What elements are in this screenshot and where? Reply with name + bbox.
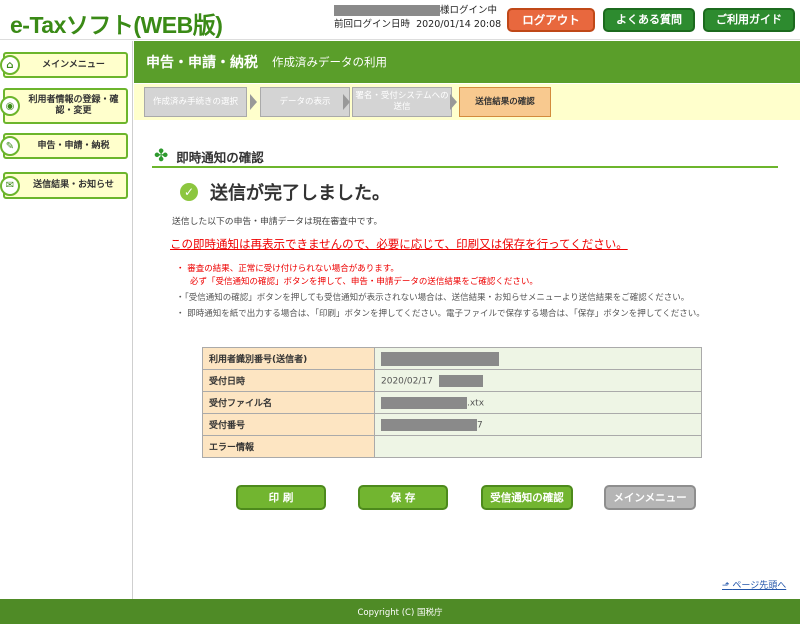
footer: Copyright (C) 国税庁 — [0, 599, 800, 624]
page-title: 申告・申請・納税 — [146, 55, 258, 71]
table-key: 受付ファイル名 — [202, 391, 375, 414]
sidebar-item-label: 利用者情報の登録・確認・変更 — [28, 95, 119, 116]
step-confirm-result: 送信結果の確認 — [459, 87, 551, 117]
note-receipt-menu: ・「受信通知の確認」ボタンを押しても受信通知が表示されない場合は、送信結果・お知… — [176, 293, 690, 303]
sidebar-item-filing[interactable]: ✎ 申告・申請・納税 — [0, 133, 128, 159]
page-top-link[interactable]: ⬏ ページ先頭へ — [722, 578, 786, 591]
main-menu-button[interactable]: メインメニュー — [604, 485, 696, 510]
step-arrow-icon — [450, 94, 457, 110]
table-key: 利用者識別番号(送信者) — [202, 347, 375, 370]
sidebar-item-user-info[interactable]: ◉ 利用者情報の登録・確認・変更 — [0, 88, 128, 124]
receipt-check-button[interactable]: 受信通知の確認 — [481, 485, 573, 510]
check-icon: ✓ — [180, 183, 198, 201]
logout-button[interactable]: ログアウト — [507, 8, 595, 32]
note-print-save: ・ 即時通知を紙で出力する場合は、「印刷」ボタンを押してください。電子ファイルで… — [176, 309, 705, 319]
page-title-bar: 申告・申請・納税 作成済みデータの利用 — [134, 41, 800, 83]
table-row: 利用者識別番号(送信者) — [202, 347, 702, 370]
guide-button[interactable]: ご利用ガイド — [703, 8, 795, 32]
clover-icon: ✤ — [154, 146, 169, 166]
mail-icon: ✉ — [0, 175, 20, 196]
sidebar: ⌂ メインメニュー ◉ 利用者情報の登録・確認・変更 ✎ 申告・申請・納税 ✉ … — [0, 41, 133, 599]
section-title: ✤ 即時通知の確認 — [152, 146, 778, 168]
note-check-receipt: 必ず「受信通知の確認」ボタンを押して、申告・申請データの送信結果をご確認ください… — [190, 277, 538, 287]
step-arrow-icon — [250, 94, 257, 110]
status-text: 送信した以下の申告・申請データは現在審査中です。 — [172, 217, 383, 227]
masked-value — [381, 351, 499, 366]
table-row: 受付日時 2020/02/17 — [202, 369, 702, 392]
table-value — [374, 435, 702, 458]
document-icon: ✎ — [0, 136, 20, 156]
receipt-info-table: 利用者識別番号(送信者) 受付日時 2020/02/17 受付ファイル名 .xt… — [202, 347, 702, 458]
masked-value — [381, 396, 467, 409]
warning-text: この即時通知は再表示できませんので、必要に応じて、印刷又は保存を行ってください。 — [170, 237, 628, 251]
save-button[interactable]: 保 存 — [358, 485, 448, 510]
step-arrow-icon — [343, 94, 350, 110]
completion-message: ✓ 送信が完了しました。 — [180, 179, 390, 205]
login-info: 様ログイン中 前回ログイン日時 2020/01/14 20:08 — [334, 4, 501, 32]
masked-value — [438, 374, 483, 387]
table-row: 受付ファイル名 .xtx — [202, 391, 702, 414]
completion-text: 送信が完了しました。 — [210, 183, 390, 204]
print-button[interactable]: 印 刷 — [236, 485, 326, 510]
page-top-label: ページ先頭へ — [732, 581, 787, 591]
section-title-text: 即時通知の確認 — [176, 149, 264, 165]
sidebar-item-results[interactable]: ✉ 送信結果・お知らせ — [0, 172, 128, 199]
sidebar-item-label: 送信結果・お知らせ — [33, 180, 114, 190]
last-login-label: 前回ログイン日時 — [334, 19, 411, 30]
table-value — [374, 347, 702, 370]
arrow-up-icon: ⬏ — [722, 581, 730, 591]
sidebar-item-main-menu[interactable]: ⌂ メインメニュー — [0, 52, 128, 78]
table-key: 受付日時 — [202, 369, 375, 392]
masked-user-name — [334, 5, 440, 16]
last-login-value: 2020/01/14 20:08 — [416, 19, 502, 30]
home-icon: ⌂ — [0, 55, 20, 75]
faq-button[interactable]: よくある質問 — [603, 8, 695, 32]
page-subtitle: 作成済みデータの利用 — [272, 55, 387, 69]
sidebar-item-label: 申告・申請・納税 — [37, 140, 110, 151]
app-logo: e-Taxソフト(WEB版) — [10, 12, 223, 38]
file-extension: .xtx — [467, 398, 485, 408]
sidebar-item-label: メインメニュー — [42, 59, 105, 70]
step-select-procedure: 作成済み手続きの選択 — [144, 87, 247, 117]
user-icon: ◉ — [0, 96, 20, 116]
table-row: 受付番号 7 — [202, 413, 702, 436]
receipt-number-suffix: 7 — [477, 420, 483, 430]
login-suffix: 様ログイン中 — [440, 5, 498, 16]
table-value: 2020/02/17 — [374, 369, 702, 392]
step-sign-send: 署名・受付システムへの送信 — [352, 87, 452, 117]
masked-value — [381, 418, 477, 431]
progress-steps: 作成済み手続きの選択 データの表示 署名・受付システムへの送信 送信結果の確認 — [134, 84, 800, 120]
table-key: 受付番号 — [202, 413, 375, 436]
table-value: 7 — [374, 413, 702, 436]
note-review: ・ 審査の結果、正常に受け付けられない場合があります。 — [176, 264, 399, 274]
step-display-data: データの表示 — [260, 87, 350, 117]
table-value: .xtx — [374, 391, 702, 414]
receipt-date: 2020/02/17 — [381, 376, 433, 386]
table-key: エラー情報 — [202, 435, 375, 458]
copyright-text: Copyright (C) 国税庁 — [357, 607, 443, 618]
header: e-Taxソフト(WEB版) 様ログイン中 前回ログイン日時 2020/01/1… — [0, 0, 800, 40]
table-row: エラー情報 — [202, 435, 702, 458]
